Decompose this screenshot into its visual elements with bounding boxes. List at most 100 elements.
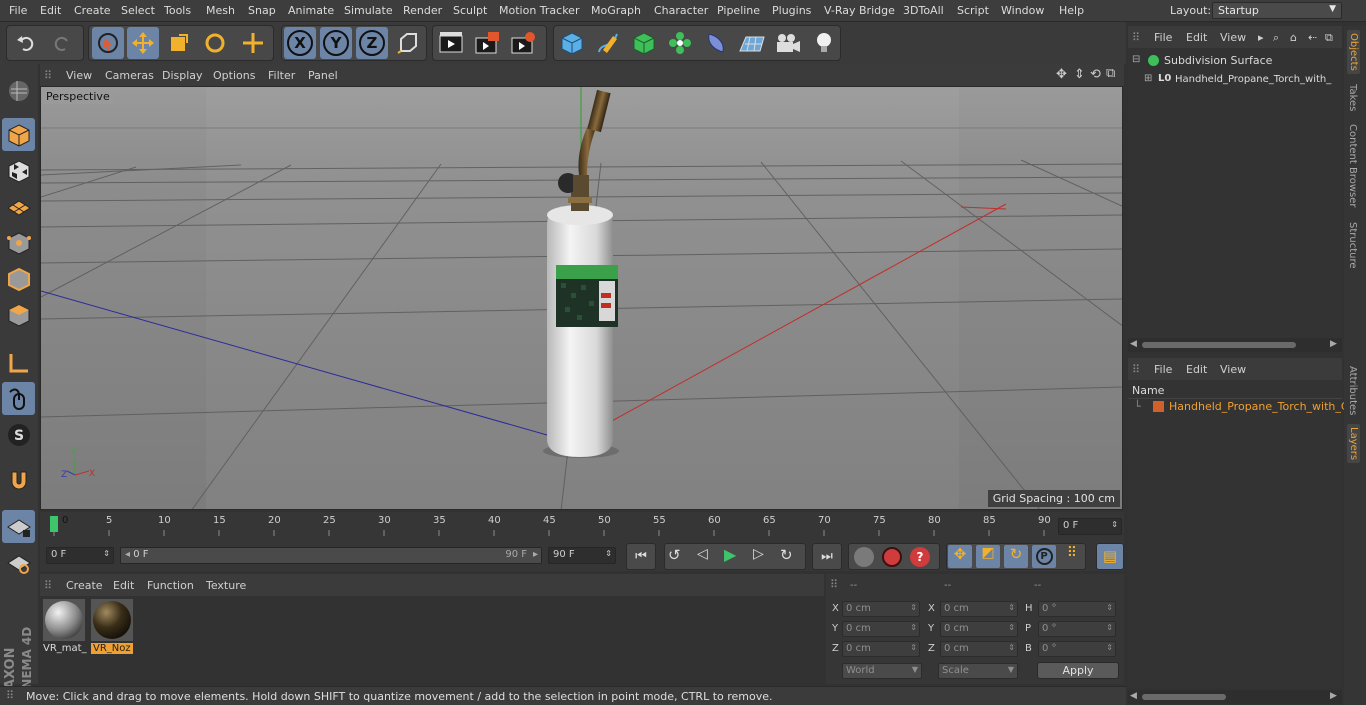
- rotate-view-icon[interactable]: ⟲: [1090, 67, 1101, 82]
- coordinate-system-icon[interactable]: [392, 27, 424, 59]
- move-icon[interactable]: [127, 27, 159, 59]
- viewport-menu-panel[interactable]: Panel: [308, 69, 338, 82]
- floor-icon[interactable]: [736, 27, 768, 59]
- material-menu-function[interactable]: Function: [147, 579, 194, 592]
- keyframe-help-icon[interactable]: ?: [910, 547, 930, 567]
- axis-y-button[interactable]: Y: [320, 27, 352, 59]
- collapse-icon[interactable]: ⊟: [1132, 54, 1140, 65]
- size-y-field[interactable]: 0 cm ⇕: [940, 621, 1018, 637]
- apply-button[interactable]: Apply: [1037, 662, 1119, 679]
- menu-mograph[interactable]: MoGraph: [591, 4, 641, 17]
- render-view-icon[interactable]: [435, 27, 467, 59]
- key-position-icon[interactable]: ✥: [948, 545, 972, 568]
- menu-mesh[interactable]: Mesh: [206, 4, 235, 17]
- rotation-h-field[interactable]: 0 ° ⇕: [1038, 601, 1116, 617]
- key-scale-icon[interactable]: ◩: [976, 545, 1000, 568]
- viewport-menu-view[interactable]: View: [66, 69, 92, 82]
- size-x-field[interactable]: 0 cm ⇕: [940, 601, 1018, 617]
- material-swatch[interactable]: VR_mat_: [42, 598, 87, 656]
- layers-menu-edit[interactable]: Edit: [1186, 363, 1207, 376]
- scroll-thumb[interactable]: [1142, 342, 1296, 348]
- tab-attributes[interactable]: Attributes: [1347, 366, 1358, 415]
- previous-frame-icon[interactable]: ◁: [697, 546, 708, 562]
- previous-key-icon[interactable]: ↺: [668, 546, 681, 564]
- menu-plugins[interactable]: Plugins: [772, 4, 811, 17]
- planar-workplane-icon[interactable]: [2, 546, 35, 579]
- menu-pipeline[interactable]: Pipeline: [717, 4, 760, 17]
- viewport-menu-filter[interactable]: Filter: [268, 69, 295, 82]
- menu-snap[interactable]: Snap: [248, 4, 276, 17]
- make-editable-icon[interactable]: [2, 74, 35, 107]
- menu-tools[interactable]: Tools: [164, 4, 191, 17]
- undo-icon[interactable]: [10, 27, 42, 59]
- layer-color-swatch[interactable]: [1153, 401, 1164, 412]
- solo-icon[interactable]: S: [2, 418, 35, 451]
- objects-menu-file[interactable]: File: [1154, 31, 1172, 44]
- cloner-icon[interactable]: [664, 27, 696, 59]
- texture-mode-icon[interactable]: [2, 154, 35, 187]
- play-icon[interactable]: ▶: [724, 545, 736, 564]
- objects-menu-edit[interactable]: Edit: [1186, 31, 1207, 44]
- pen-spline-icon[interactable]: [592, 27, 624, 59]
- go-to-start-icon[interactable]: ⏮: [626, 543, 656, 570]
- new-window-icon[interactable]: ⧉: [1325, 31, 1333, 45]
- key-rotation-icon[interactable]: ↻: [1004, 545, 1028, 568]
- scroll-left-icon[interactable]: ◀: [1130, 339, 1137, 349]
- menu-edit[interactable]: Edit: [40, 4, 61, 17]
- tab-objects[interactable]: Objects: [1347, 30, 1360, 74]
- current-frame-field[interactable]: 0 F ⇕: [1058, 518, 1122, 535]
- menu-render[interactable]: Render: [403, 4, 442, 17]
- end-frame-field[interactable]: 90 F ⇕: [548, 547, 616, 564]
- pan-view-icon[interactable]: ✥: [1056, 67, 1067, 82]
- tab-content-browser[interactable]: Content Browser: [1347, 124, 1358, 207]
- menu-motion-tracker[interactable]: Motion Tracker: [499, 4, 579, 17]
- start-frame-field[interactable]: 0 F ⇕: [46, 547, 114, 564]
- home-icon[interactable]: ⌂: [1290, 31, 1297, 44]
- perspective-viewport[interactable]: Y X Z Perspective Grid Spacing : 100 cm: [40, 86, 1123, 510]
- points-mode-icon[interactable]: [2, 226, 35, 259]
- axis-mode-icon[interactable]: [2, 346, 35, 379]
- tab-layers[interactable]: Layers: [1347, 424, 1360, 464]
- timeline-window-icon[interactable]: ▤: [1096, 543, 1124, 570]
- layers-horizontal-scrollbar[interactable]: ◀ ▶: [1128, 690, 1342, 704]
- menu-select[interactable]: Select: [121, 4, 155, 17]
- menu-animate[interactable]: Animate: [288, 4, 334, 17]
- menu-vray-bridge[interactable]: V-Ray Bridge: [824, 4, 895, 17]
- back-icon[interactable]: ⇠: [1308, 31, 1317, 44]
- timeline-ruler[interactable]: 0 5 10 15 20 25 30 35 40 45 50 55 60 65 …: [40, 512, 1124, 542]
- transform-icon[interactable]: [237, 27, 269, 59]
- rotation-p-field[interactable]: 0 ° ⇕: [1038, 621, 1116, 637]
- scale-icon[interactable]: [163, 27, 195, 59]
- menu-script[interactable]: Script: [957, 4, 989, 17]
- rotate-icon[interactable]: [199, 27, 231, 59]
- layers-menu-file[interactable]: File: [1154, 363, 1172, 376]
- maximize-view-icon[interactable]: ⧉: [1106, 66, 1115, 81]
- next-key-icon[interactable]: ↻: [780, 546, 793, 564]
- material-menu-edit[interactable]: Edit: [113, 579, 134, 592]
- workplane-lock-icon[interactable]: [2, 510, 35, 543]
- tab-takes[interactable]: Takes: [1347, 84, 1358, 111]
- search-icon[interactable]: ⌕: [1273, 31, 1279, 45]
- scroll-thumb[interactable]: [1142, 694, 1226, 700]
- record-disabled-icon[interactable]: [854, 547, 874, 567]
- objects-menu-view[interactable]: View: [1220, 31, 1246, 44]
- rotation-b-field[interactable]: 0 ° ⇕: [1038, 641, 1116, 657]
- layer-row[interactable]: └ Handheld_Propane_Torch_with_C: [1134, 400, 1349, 416]
- material-menu-texture[interactable]: Texture: [206, 579, 246, 592]
- axis-z-button[interactable]: Z: [356, 27, 388, 59]
- next-frame-icon[interactable]: ▷: [753, 546, 764, 562]
- polygons-mode-icon[interactable]: [2, 298, 35, 331]
- render-picture-viewer-icon[interactable]: [471, 27, 503, 59]
- subdivision-surface-icon[interactable]: [628, 27, 660, 59]
- key-parameter-icon[interactable]: P: [1032, 545, 1056, 568]
- size-z-field[interactable]: 0 cm ⇕: [940, 641, 1018, 657]
- layers-menu-view[interactable]: View: [1220, 363, 1246, 376]
- menu-file[interactable]: File: [9, 4, 27, 17]
- position-x-field[interactable]: 0 cm ⇕: [842, 601, 920, 617]
- key-pla-icon[interactable]: ⠿: [1060, 545, 1084, 568]
- menu-window[interactable]: Window: [1001, 4, 1044, 17]
- dolly-view-icon[interactable]: ⇕: [1074, 67, 1085, 82]
- live-selection-icon[interactable]: [92, 27, 124, 59]
- tab-structure[interactable]: Structure: [1347, 222, 1358, 269]
- light-bulb-icon[interactable]: [808, 27, 840, 59]
